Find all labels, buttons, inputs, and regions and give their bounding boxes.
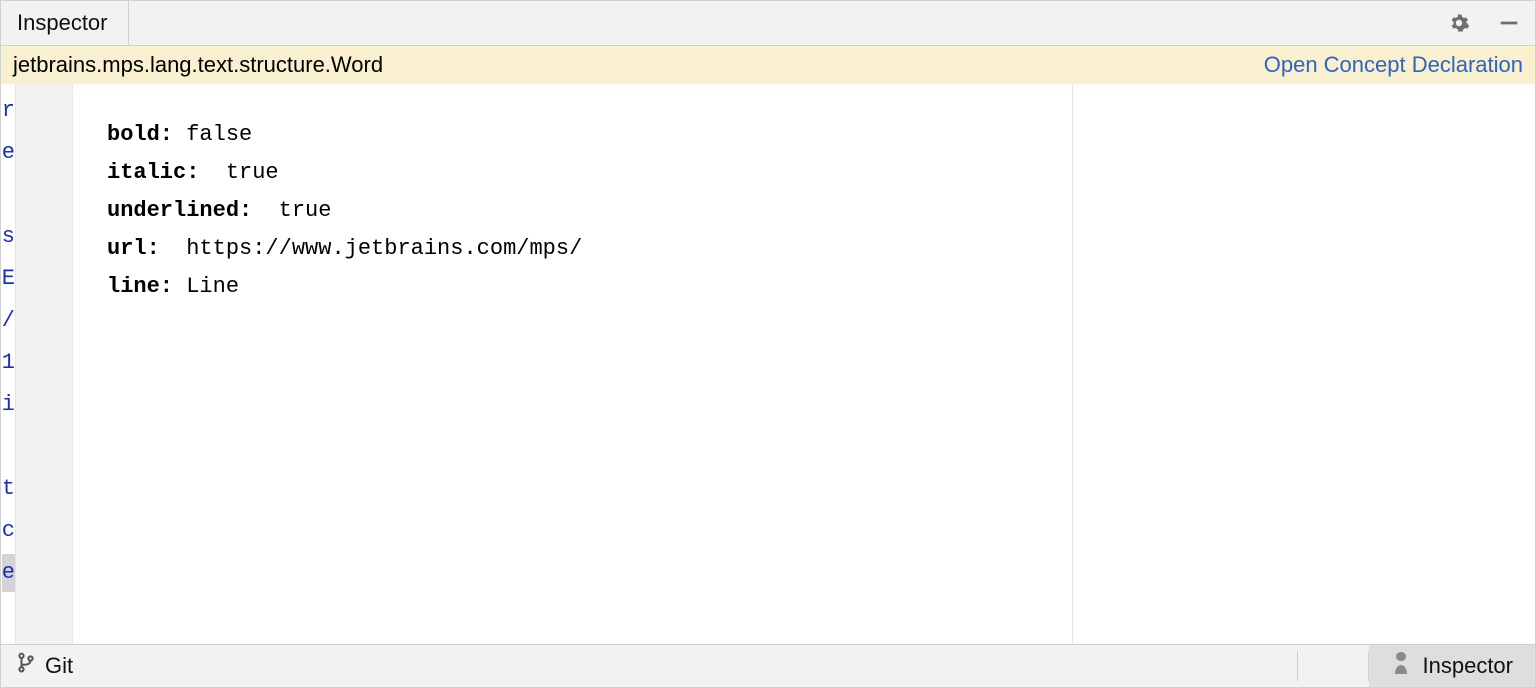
property-key: underlined:: [107, 198, 252, 223]
property-value[interactable]: Line: [186, 274, 239, 299]
property-row[interactable]: line: Line: [107, 268, 1038, 306]
status-bar: Git Inspector: [0, 644, 1536, 688]
property-value[interactable]: true: [279, 198, 332, 223]
sliver-char: s: [2, 218, 15, 256]
git-label: Git: [45, 653, 73, 679]
property-row[interactable]: underlined: true: [107, 192, 1038, 230]
sliver-char: e: [2, 134, 15, 172]
sliver-char: t: [2, 470, 15, 508]
tool-window-title: Inspector: [17, 1, 129, 45]
gear-icon[interactable]: [1445, 9, 1473, 37]
sliver-char: 1: [2, 344, 15, 382]
property-value[interactable]: https://www.jetbrains.com/mps/: [186, 236, 582, 261]
left-editor-sliver: resE/1itce: [1, 84, 16, 644]
inspector-body: resE/1itce bold: falseitalic: trueunderl…: [0, 84, 1536, 644]
sliver-char: /: [2, 302, 15, 340]
sliver-char: i: [2, 386, 15, 424]
open-concept-declaration-link[interactable]: Open Concept Declaration: [1264, 52, 1523, 78]
inspector-tab-label: Inspector: [1423, 653, 1514, 679]
sliver-char: r: [2, 92, 15, 130]
property-row[interactable]: url: https://www.jetbrains.com/mps/: [107, 230, 1038, 268]
tool-window-header: Inspector: [0, 0, 1536, 46]
property-value[interactable]: true: [226, 160, 279, 185]
property-key: bold:: [107, 122, 173, 147]
property-key: line:: [107, 274, 173, 299]
inspector-side-panel: [1073, 84, 1535, 644]
sliver-char: E: [2, 260, 15, 298]
branch-icon: [17, 652, 35, 680]
git-status-button[interactable]: Git: [1, 645, 89, 687]
inspector-editor[interactable]: bold: falseitalic: trueunderlined: trueu…: [73, 84, 1073, 644]
property-row[interactable]: bold: false: [107, 116, 1038, 154]
property-value[interactable]: false: [186, 122, 252, 147]
tool-window-actions: [1445, 9, 1523, 37]
inspector-status-tab[interactable]: Inspector: [1369, 645, 1536, 687]
sliver-char: c: [2, 512, 15, 550]
inspector-tool-window: Inspector jetbrains.mps.lang.text.struct…: [0, 0, 1536, 688]
sliver-char: e: [2, 554, 15, 592]
concept-path: jetbrains.mps.lang.text.structure.Word: [13, 52, 383, 78]
property-row[interactable]: italic: true: [107, 154, 1038, 192]
editor-gutter: [16, 84, 73, 644]
property-key: italic:: [107, 160, 199, 185]
concept-bar: jetbrains.mps.lang.text.structure.Word O…: [0, 46, 1536, 84]
inspector-icon: [1391, 650, 1411, 682]
property-key: url:: [107, 236, 160, 261]
minimize-icon[interactable]: [1495, 9, 1523, 37]
